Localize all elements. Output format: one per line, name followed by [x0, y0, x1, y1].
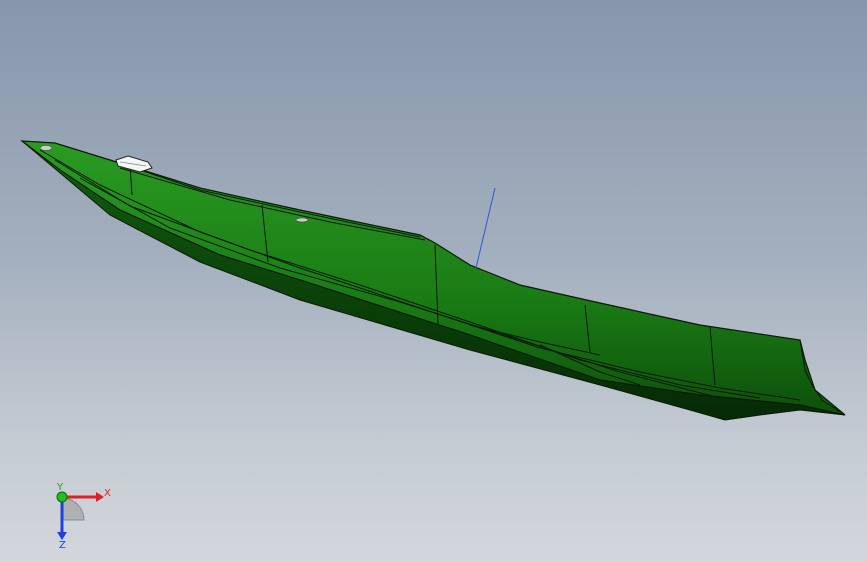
hull-upper-surface[interactable]: [20, 140, 846, 416]
hull-model[interactable]: [0, 0, 867, 562]
z-axis-label: Z: [59, 540, 66, 550]
y-axis-dot: [56, 491, 68, 503]
graphics-viewport[interactable]: X Y Z: [0, 0, 867, 562]
sketch-line[interactable]: [475, 187, 496, 269]
deck-fitting: [295, 217, 309, 223]
deck-fitting: [39, 145, 53, 151]
reference-triad: X Y Z: [56, 482, 111, 550]
y-axis-label: Y: [56, 482, 64, 493]
x-axis-label: X: [104, 488, 111, 499]
